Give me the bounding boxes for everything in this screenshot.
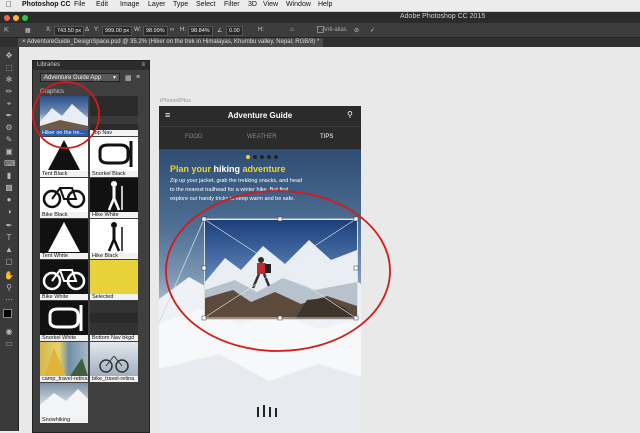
transform-handle[interactable] [201,216,207,222]
transform-handle[interactable] [353,216,359,222]
overlay-layer [32,81,391,352]
transform-handle[interactable] [201,265,207,271]
transform-handle[interactable] [353,315,359,321]
annotation-circle [32,81,100,149]
transform-handle[interactable] [201,315,207,321]
transform-handle[interactable] [277,216,283,222]
annotation-ellipse [165,190,391,352]
transform-handle[interactable] [277,315,283,321]
transform-handle[interactable] [353,265,359,271]
